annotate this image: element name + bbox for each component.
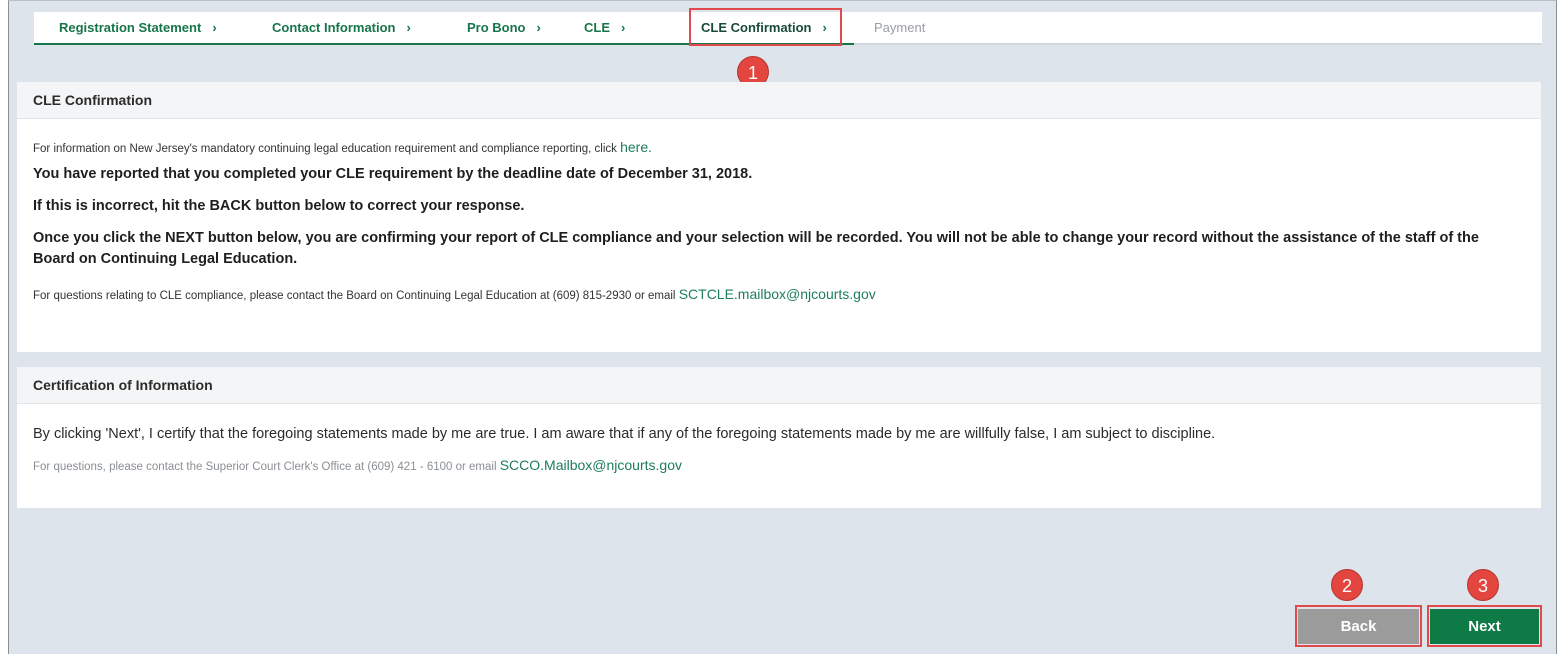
annotation-badge-2: 2: [1331, 569, 1363, 601]
chevron-right-icon: ›: [536, 20, 541, 35]
cle-contact-text: For questions relating to CLE compliance…: [33, 290, 679, 302]
clerk-contact-line: For questions, please contact the Superi…: [33, 456, 1525, 476]
chevron-right-icon: ›: [212, 20, 217, 35]
cle-contact-line: For questions relating to CLE compliance…: [33, 285, 1525, 305]
panel-body: By clicking 'Next', I certify that the f…: [17, 426, 1541, 476]
panel-body: For information on New Jersey's mandator…: [17, 138, 1541, 305]
cle-contact-email-link[interactable]: SCTCLE.mailbox@njcourts.gov: [679, 286, 876, 302]
step-pro-bono[interactable]: Pro Bono ›: [467, 12, 541, 43]
step-label: Payment: [874, 20, 926, 35]
annotation-badge-3: 3: [1467, 569, 1499, 601]
info-line: For information on New Jersey's mandator…: [33, 138, 1525, 158]
chevron-right-icon: ›: [406, 20, 411, 35]
step-contact-information[interactable]: Contact Information ›: [272, 12, 411, 43]
certification-panel: Certification of Information By clicking…: [17, 367, 1541, 508]
clerk-contact-email-link[interactable]: SCCO.Mailbox@njcourts.gov: [500, 457, 682, 473]
chevron-right-icon: ›: [822, 20, 827, 35]
step-cle-confirmation[interactable]: CLE Confirmation ›: [701, 12, 827, 43]
next-button[interactable]: Next: [1430, 609, 1539, 644]
step-cle[interactable]: CLE ›: [584, 12, 625, 43]
step-label: Registration Statement: [59, 20, 202, 35]
clerk-contact-text: For questions, please contact the Superi…: [33, 461, 500, 473]
breadcrumb-progress-line: [34, 43, 854, 45]
chevron-right-icon: ›: [621, 20, 626, 35]
cle-confirmation-panel: CLE Confirmation For information on New …: [17, 82, 1541, 352]
step-registration-statement[interactable]: Registration Statement ›: [59, 12, 217, 43]
info-text: For information on New Jersey's mandator…: [33, 143, 621, 155]
step-payment[interactable]: Payment: [874, 12, 925, 43]
info-link[interactable]: here.: [620, 139, 652, 155]
panel-title: CLE Confirmation: [17, 82, 1541, 119]
panel-title: Certification of Information: [17, 367, 1541, 404]
step-label: Pro Bono: [467, 20, 526, 35]
wizard-breadcrumb: Registration Statement › Contact Informat…: [34, 12, 1542, 45]
step-label: CLE Confirmation: [701, 20, 812, 35]
next-confirmation-warning: Once you click the NEXT button below, yo…: [33, 230, 1479, 267]
step-label: CLE: [584, 20, 610, 35]
deadline-statement: You have reported that you completed you…: [33, 166, 753, 182]
certification-statement: By clicking 'Next', I certify that the f…: [33, 426, 1216, 442]
back-button[interactable]: Back: [1298, 609, 1419, 644]
step-label: Contact Information: [272, 20, 396, 35]
incorrect-instruction: If this is incorrect, hit the BACK butto…: [33, 198, 525, 214]
